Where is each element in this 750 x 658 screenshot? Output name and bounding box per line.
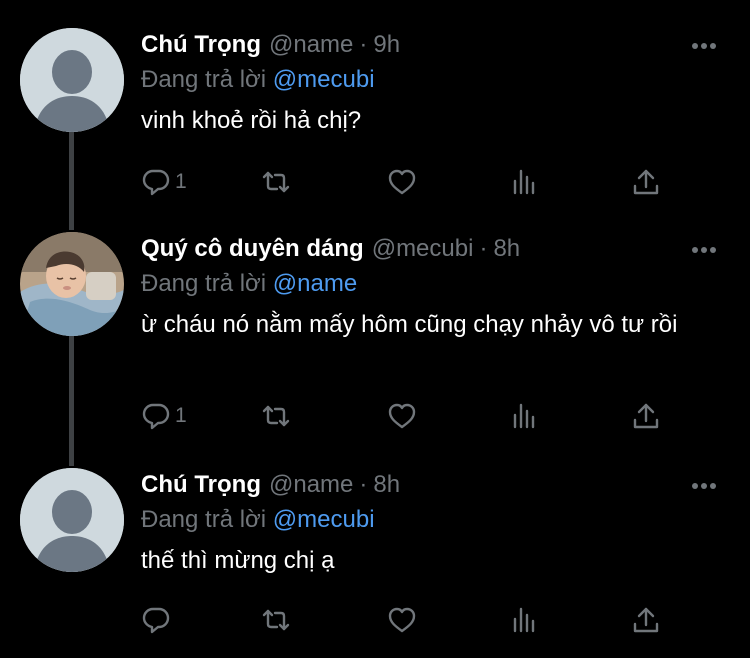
view-analytics-button[interactable] (509, 164, 539, 200)
reply-button[interactable]: 1 (141, 398, 187, 434)
analytics-icon (513, 169, 535, 195)
author-name[interactable]: Chú Trọng (141, 471, 261, 499)
like-button[interactable] (387, 164, 417, 200)
share-icon (633, 403, 659, 429)
more-options-button[interactable] (686, 34, 722, 58)
author-name[interactable]: Quý cô duyên dáng (141, 235, 364, 263)
tweet-content: Chú Trọng @name · 8h Đang trả lời @mecub… (141, 468, 730, 577)
share-button[interactable] (631, 164, 661, 200)
default-profile-icon (20, 28, 124, 132)
reply-icon (142, 403, 170, 430)
reply-icon (142, 169, 170, 196)
reply-button[interactable] (141, 602, 175, 638)
share-button[interactable] (631, 602, 661, 638)
replying-to-label: Đang trả lời (141, 506, 267, 533)
analytics-icon (513, 403, 535, 429)
author-handle[interactable]: @mecubi (372, 235, 474, 263)
timestamp[interactable]: 9h (373, 31, 400, 59)
retweet-icon (262, 171, 290, 193)
mention-link[interactable]: @mecubi (273, 66, 375, 93)
separator-dot: · (359, 471, 368, 498)
tweet-text: thế thì mừng chị ạ (141, 547, 335, 574)
author-handle[interactable]: @name (269, 471, 353, 499)
tweet-header: Chú Trọng @name · 9h (141, 28, 730, 62)
heart-icon (388, 169, 416, 195)
default-profile-icon (20, 468, 124, 572)
profile-photo (20, 232, 124, 336)
tweet-content: Quý cô duyên dáng @mecubi · 8h Đang trả … (141, 232, 730, 341)
tweet-actions: 1 (141, 398, 681, 434)
tweet-content: Chú Trọng @name · 9h Đang trả lời @mecub… (141, 28, 730, 137)
more-horizontal-icon (692, 247, 716, 253)
share-icon (633, 607, 659, 633)
timestamp[interactable]: 8h (373, 471, 400, 499)
mention-link[interactable]: @name (273, 270, 357, 297)
retweet-button[interactable] (261, 164, 291, 200)
heart-icon (388, 607, 416, 633)
author-handle[interactable]: @name (269, 31, 353, 59)
avatar[interactable] (20, 28, 124, 132)
timestamp[interactable]: 8h (493, 235, 520, 263)
reply-count: 1 (175, 404, 187, 427)
reply-count: 1 (175, 170, 187, 193)
replying-to-label: Đang trả lời (141, 270, 267, 297)
heart-icon (388, 403, 416, 429)
more-options-button[interactable] (686, 474, 722, 498)
tweet[interactable]: Chú Trọng @name · 8h Đang trả lời @mecub… (0, 468, 750, 648)
share-icon (633, 169, 659, 195)
tweet[interactable]: Chú Trọng @name · 9h Đang trả lời @mecub… (0, 28, 750, 208)
tweet-text: vinh khoẻ rồi hả chị? (141, 107, 362, 134)
avatar[interactable] (20, 232, 124, 336)
tweet-header: Chú Trọng @name · 8h (141, 468, 730, 502)
more-horizontal-icon (692, 43, 716, 49)
share-button[interactable] (631, 398, 661, 434)
reply-button[interactable]: 1 (141, 164, 187, 200)
like-button[interactable] (387, 398, 417, 434)
replying-to: Đang trả lời @name (141, 268, 730, 300)
author-name[interactable]: Chú Trọng (141, 31, 261, 59)
separator-dot: · (359, 31, 368, 58)
analytics-icon (513, 607, 535, 633)
more-horizontal-icon (692, 483, 716, 489)
retweet-button[interactable] (261, 398, 291, 434)
like-button[interactable] (387, 602, 417, 638)
reply-thread: Chú Trọng @name · 9h Đang trả lời @mecub… (0, 0, 750, 658)
replying-to: Đang trả lời @mecubi (141, 64, 730, 96)
tweet-header: Quý cô duyên dáng @mecubi · 8h (141, 232, 730, 266)
mention-link[interactable]: @mecubi (273, 506, 375, 533)
replying-to: Đang trả lời @mecubi (141, 504, 730, 536)
separator-dot: · (479, 235, 488, 262)
tweet-actions: 1 (141, 164, 681, 200)
avatar[interactable] (20, 468, 124, 572)
view-analytics-button[interactable] (509, 602, 539, 638)
tweet[interactable]: Quý cô duyên dáng @mecubi · 8h Đang trả … (0, 232, 750, 442)
more-options-button[interactable] (686, 238, 722, 262)
tweet-text: ừ cháu nó nằm mấy hôm cũng chạy nhảy vô … (141, 311, 678, 338)
tweet-actions (141, 602, 681, 638)
retweet-icon (262, 405, 290, 427)
retweet-icon (262, 609, 290, 631)
retweet-button[interactable] (261, 602, 291, 638)
view-analytics-button[interactable] (509, 398, 539, 434)
replying-to-label: Đang trả lời (141, 66, 267, 93)
reply-icon (142, 607, 170, 634)
